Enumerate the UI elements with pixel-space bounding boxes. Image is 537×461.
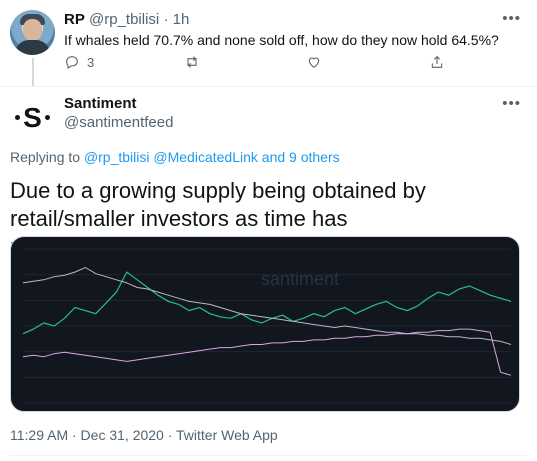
author-name[interactable]: Santiment [64,95,137,112]
main-tweet: S Santiment @santimentfeed ••• Replying … [0,87,537,461]
thread-line [32,58,34,86]
chart-image[interactable]: santiment [10,236,520,412]
chart-watermark: santiment [261,269,339,289]
avatar-letter: S [23,101,42,133]
series-line-3 [22,328,512,376]
line-chart: santiment [22,248,512,404]
replying-to: Replying to @rp_tbilisi @MedicatedLink a… [10,149,340,165]
replying-prefix: Replying to [10,149,84,165]
share-button[interactable] [429,54,445,70]
avatar-dot-right [44,115,50,120]
avatar[interactable] [10,10,55,55]
more-icon[interactable]: ••• [502,10,521,27]
replying-others-link[interactable]: and 9 others [258,149,340,165]
more-icon[interactable]: ••• [502,95,521,112]
share-icon [431,55,443,68]
replying-users-link[interactable]: @rp_tbilisi @MedicatedLink [84,149,258,165]
reply-count: 3 [87,54,95,70]
avatar-dot-left [15,115,21,120]
avatar-body [15,40,50,55]
author-handle[interactable]: @santimentfeed [64,114,173,131]
tweet-text: If whales held 70.7% and none sold off, … [64,32,499,48]
divider [10,455,527,456]
reply-tweet-header: RP @rp_tbilisi · 1h [64,10,189,30]
tweet-time[interactable]: 1h [173,11,190,28]
reply-tweet[interactable]: RP @rp_tbilisi · 1h ••• If whales held 7… [0,0,537,86]
like-button[interactable] [306,54,329,70]
like-icon [308,57,320,68]
santiment-avatar[interactable]: S [10,95,55,140]
separator: · [163,11,169,28]
reply-icon [66,56,78,69]
retweet-button[interactable] [184,54,207,70]
tweet-actions: 3 [64,54,464,74]
avatar-face [23,19,42,41]
reply-button[interactable]: 3 [64,54,94,70]
retweet-icon [187,56,197,68]
author-handle[interactable]: @rp_tbilisi [89,11,159,28]
author-name[interactable]: RP [64,11,85,28]
tweet-timestamp[interactable]: 11:29 AM · Dec 31, 2020 · Twitter Web Ap… [10,427,278,443]
